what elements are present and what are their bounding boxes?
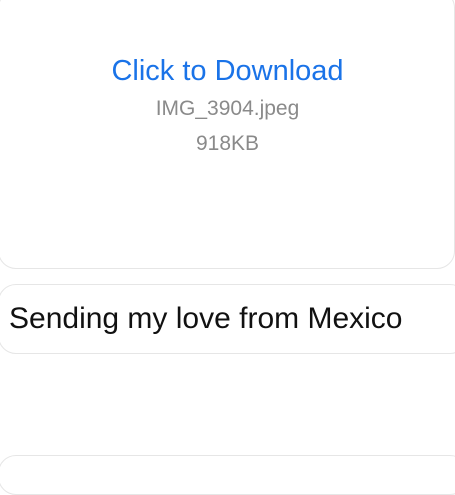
download-link[interactable]: Click to Download: [0, 53, 455, 89]
next-message-bubble: [0, 455, 455, 495]
message-text: Sending my love from Mexico: [9, 302, 403, 335]
attachment-file-size: 918KB: [195, 132, 260, 155]
message-bubble: Sending my love from Mexico: [0, 284, 455, 354]
attachment-file-name: IMG_3904.jpeg: [155, 97, 300, 120]
